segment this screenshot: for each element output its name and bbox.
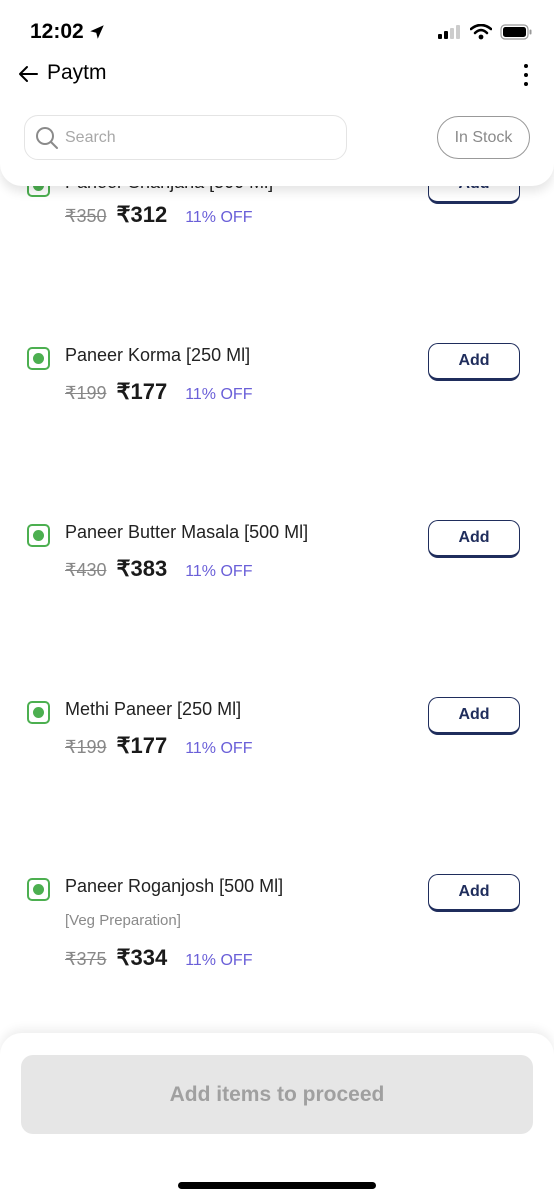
price-row: ₹350 ₹312 11% OFF bbox=[65, 202, 252, 228]
status-bar: 12:02 bbox=[0, 0, 554, 60]
home-indicator[interactable] bbox=[178, 1182, 376, 1189]
proceed-button[interactable]: Add items to proceed bbox=[21, 1055, 533, 1134]
selling-price: ₹177 bbox=[116, 379, 168, 404]
cellular-signal-icon bbox=[438, 25, 460, 39]
add-button[interactable]: Add bbox=[428, 697, 520, 735]
add-button[interactable]: Add bbox=[428, 343, 520, 381]
product-subtitle: [Veg Preparation] bbox=[65, 912, 181, 929]
mrp-price: ₹430 bbox=[65, 560, 107, 580]
price-row: ₹199 ₹177 11% OFF bbox=[65, 733, 252, 759]
discount-label: 11% OFF bbox=[185, 740, 253, 757]
mrp-price: ₹375 bbox=[65, 949, 107, 969]
status-icons bbox=[438, 24, 532, 40]
mrp-price: ₹350 bbox=[65, 206, 107, 226]
add-button[interactable]: Add bbox=[428, 520, 520, 558]
search-icon bbox=[36, 126, 58, 149]
search-input[interactable] bbox=[65, 128, 315, 147]
discount-label: 11% OFF bbox=[185, 952, 253, 969]
page-title: Paytm bbox=[47, 61, 107, 84]
price-row: ₹430 ₹383 11% OFF bbox=[65, 556, 252, 582]
product-name: Paneer Korma [250 Ml] bbox=[65, 345, 251, 365]
in-stock-filter-chip[interactable]: In Stock bbox=[437, 116, 530, 159]
product-name: Methi Paneer [250 Ml] bbox=[65, 699, 242, 719]
discount-label: 11% OFF bbox=[185, 386, 253, 403]
mrp-price: ₹199 bbox=[65, 383, 107, 403]
product-name: Paneer Butter Masala [500 Ml] bbox=[65, 522, 309, 542]
status-time: 12:02 bbox=[30, 20, 106, 44]
wifi-icon bbox=[470, 24, 492, 40]
footer: Add items to proceed bbox=[0, 1033, 554, 1200]
selling-price: ₹177 bbox=[116, 733, 168, 758]
nav-bar: Paytm bbox=[0, 56, 554, 92]
veg-indicator-icon bbox=[27, 701, 50, 724]
selling-price: ₹383 bbox=[116, 556, 168, 581]
header: Paytm In Stock bbox=[0, 56, 554, 186]
price-row: ₹375 ₹334 11% OFF bbox=[65, 945, 252, 971]
search-box[interactable] bbox=[24, 115, 347, 160]
discount-label: 11% OFF bbox=[185, 209, 253, 226]
more-options-icon[interactable] bbox=[516, 64, 536, 86]
veg-indicator-icon bbox=[27, 347, 50, 370]
discount-label: 11% OFF bbox=[185, 563, 253, 580]
back-arrow-icon[interactable] bbox=[16, 62, 40, 86]
add-button[interactable]: Add bbox=[428, 874, 520, 912]
veg-indicator-icon bbox=[27, 878, 50, 901]
selling-price: ₹312 bbox=[116, 202, 168, 227]
battery-icon bbox=[500, 24, 532, 40]
price-row: ₹199 ₹177 11% OFF bbox=[65, 379, 252, 405]
product-name: Paneer Roganjosh [500 Ml] bbox=[65, 876, 284, 896]
veg-indicator-icon bbox=[27, 524, 50, 547]
mrp-price: ₹199 bbox=[65, 737, 107, 757]
selling-price: ₹334 bbox=[116, 945, 168, 970]
clock: 12:02 bbox=[30, 20, 84, 43]
location-arrow-icon bbox=[89, 25, 104, 39]
